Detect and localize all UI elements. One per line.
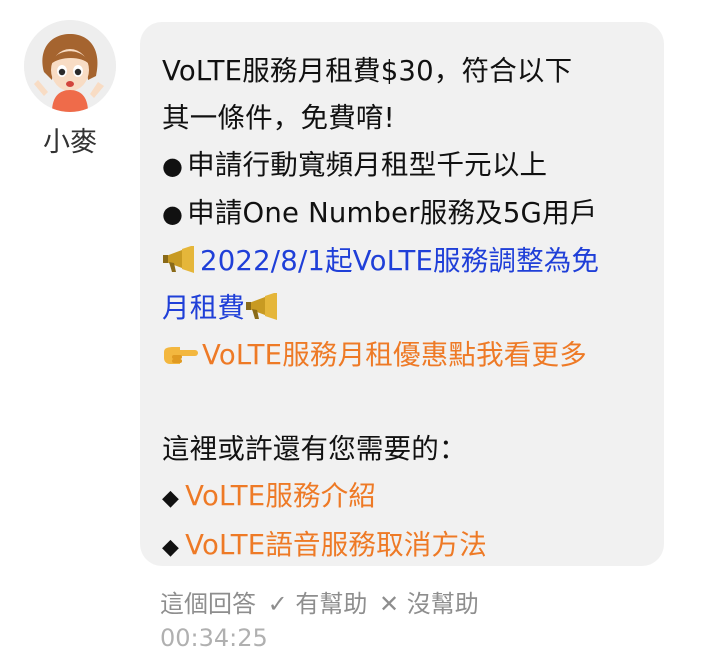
megaphone-icon [245,293,281,321]
condition-text: 申請One Number服務及5G用戶 [187,197,598,229]
megaphone-icon [162,246,198,274]
announcement-link[interactable]: 2022/8/1起VoLTE服務調整為免 [162,238,664,285]
bullet-dot: ● [162,200,184,228]
diamond-bullet-icon: ◆ [162,486,180,511]
not-helpful-button[interactable]: ✕ 沒幫助 [379,590,479,618]
promo-link[interactable]: VoLTE服務月租優惠點我看更多 [162,332,664,379]
bullet-dot: ● [162,152,184,180]
cartoon-girl-avatar-icon [24,20,116,112]
condition-item: ● 申請One Number服務及5G用戶 [162,190,664,238]
suggestion-item[interactable]: ◆ VoLTE語音服務取消方法 [162,522,664,571]
suggestion-link[interactable]: VoLTE服務介紹 [185,480,376,512]
condition-text: 申請行動寬頻月租型千元以上 [187,149,548,181]
message-intro-line-2: 其一條件，免費唷! [162,102,395,134]
message-timestamp: 00:34:25 [160,624,268,652]
diamond-bullet-icon: ◆ [162,535,180,560]
message-intro-line-1: VoLTE服務月租費$30，符合以下 [162,55,573,87]
message-bubble: VoLTE服務月租費$30，符合以下 其一條件，免費唷! ● 申請行動寬頻月租型千… [140,22,664,566]
feedback-question: 這個回答 [160,590,256,618]
feedback-bar: 這個回答 ✓ 有幫助 ✕ 沒幫助 [160,584,483,619]
suggestion-item[interactable]: ◆ VoLTE服務介紹 [162,473,664,522]
promo-link-text[interactable]: VoLTE服務月租優惠點我看更多 [202,339,587,371]
announcement-text[interactable]: 月租費 [162,292,245,324]
pointing-hand-icon [162,342,200,368]
announcement-text[interactable]: 2022/8/1起VoLTE服務調整為免 [200,245,599,277]
bot-name: 小麥 [43,127,97,158]
bot-avatar [24,20,116,112]
condition-item: ● 申請行動寬頻月租型千元以上 [162,142,664,190]
suggestion-link[interactable]: VoLTE語音服務取消方法 [185,529,487,561]
helpful-button[interactable]: ✓ 有幫助 [268,590,368,618]
announcement-link-continued[interactable]: 月租費 [162,285,664,332]
suggestions-heading: 這裡或許還有您需要的： [162,433,467,465]
